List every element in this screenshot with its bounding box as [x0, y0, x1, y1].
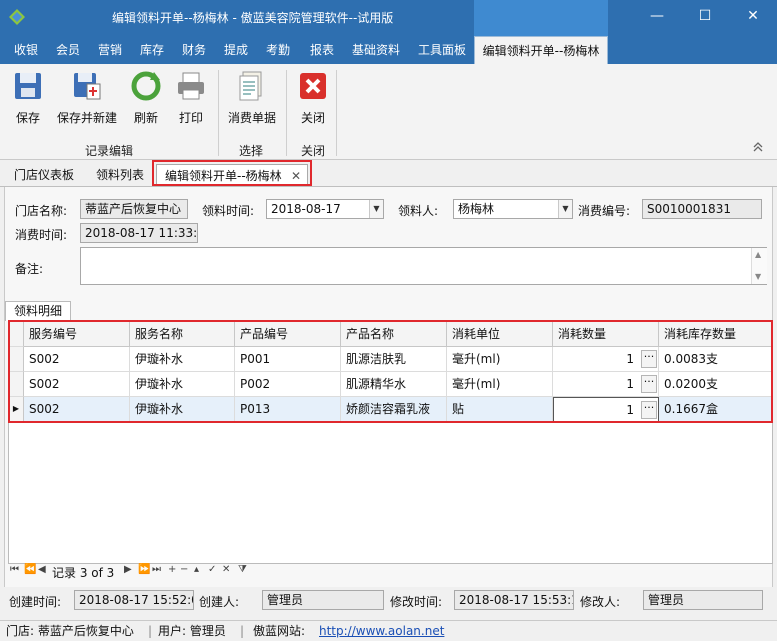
store-label: 门店名称:: [15, 204, 68, 218]
tab-highlight-box: [152, 160, 312, 186]
creator-field[interactable]: 管理员: [262, 590, 384, 610]
dropdown-arrow-icon[interactable]: ▼: [558, 200, 572, 218]
remark-scrollbar[interactable]: ▲ ▼: [751, 248, 767, 284]
close-button[interactable]: 关闭: [296, 70, 330, 126]
app-logo-icon: [9, 9, 25, 25]
next-page-icon[interactable]: ⏩: [138, 564, 150, 575]
delete-record-icon[interactable]: −: [180, 564, 188, 575]
first-record-icon[interactable]: ⏮: [10, 564, 19, 575]
tab-tools[interactable]: 工具面板: [412, 36, 472, 64]
tab-marketing[interactable]: 营销: [92, 36, 128, 64]
group-label-close: 关闭: [300, 144, 325, 158]
close-icon: [300, 73, 326, 99]
store-field[interactable]: 蒂蓝产后恢复中心: [80, 199, 188, 219]
modified-time-label: 修改时间:: [390, 595, 443, 609]
status-user: 用户: 管理员: [158, 624, 226, 638]
printer-icon: [178, 72, 204, 100]
tab-inventory[interactable]: 库存: [134, 36, 170, 64]
tab-edit-pick-order[interactable]: 编辑领料开单--杨梅林: [474, 36, 608, 64]
group-divider: [218, 70, 219, 156]
created-time-field[interactable]: 2018-08-17 15:52:0: [74, 590, 194, 610]
group-divider: [286, 70, 287, 156]
save-and-new-label: 保存并新建: [56, 111, 117, 125]
record-counter: 记录 3 of 3: [52, 566, 115, 580]
tab-basic-data[interactable]: 基础资料: [346, 36, 406, 64]
pick-time-value: 2018-08-17: [271, 202, 341, 216]
creator-label: 创建人:: [199, 595, 240, 609]
print-label: 打印: [178, 111, 203, 125]
tab-attendance[interactable]: 考勤: [260, 36, 296, 64]
pick-time-label: 领料时间:: [202, 204, 255, 218]
record-navigator: ⏮ ⏪ ◀ 记录 3 of 3 ▶ ⏩ ⏭ + − ▴ ✓ ✕ ⧩: [8, 564, 773, 580]
refresh-label: 刷新: [133, 111, 158, 125]
status-bar: 门店: 蒂蓝产后恢复中心 | 用户: 管理员 | 傲蓝网站: http://ww…: [0, 620, 777, 640]
tab-reports[interactable]: 报表: [304, 36, 340, 64]
prev-record-icon[interactable]: ◀: [38, 564, 46, 575]
save-label: 保存: [15, 111, 40, 125]
dropdown-arrow-icon[interactable]: ▼: [369, 200, 383, 218]
tab-store-dashboard[interactable]: 门店仪表板: [14, 164, 74, 186]
pick-time-field[interactable]: 2018-08-17 ▼: [266, 199, 384, 219]
floppy-disk-icon: [15, 73, 41, 99]
group-label-record: 记录编辑: [84, 144, 133, 158]
consume-doc-label: 消费单据: [227, 111, 276, 125]
consume-time-label: 消费时间:: [15, 228, 68, 242]
last-record-icon[interactable]: ⏭: [152, 564, 161, 575]
prev-page-icon[interactable]: ⏪: [24, 564, 36, 575]
ribbon-tab-bar: 收银 会员 营销 库存 财务 提成 考勤 报表 基础资料 工具面板 编辑领料开单…: [0, 36, 777, 64]
confirm-icon[interactable]: ✓: [208, 564, 216, 575]
consume-no-label: 消费编号:: [578, 204, 631, 218]
tab-cashier[interactable]: 收银: [8, 36, 44, 64]
ribbon-panel: 保存 保存并新建 刷新 打印 消费单据 关闭 记录编辑 选择 关闭: [0, 64, 777, 160]
edit-record-icon[interactable]: ▴: [194, 564, 199, 575]
save-and-new-button[interactable]: 保存并新建: [54, 70, 120, 126]
picker-value: 杨梅林: [458, 202, 495, 216]
filter-icon[interactable]: ⧩: [238, 564, 247, 575]
next-record-icon[interactable]: ▶: [124, 564, 132, 575]
status-site-label: 傲蓝网站:: [253, 624, 306, 638]
created-time-label: 创建时间:: [9, 595, 62, 609]
modifier-field[interactable]: 管理员: [643, 590, 763, 610]
maximize-button[interactable]: ☐: [682, 0, 728, 32]
tab-finance[interactable]: 财务: [176, 36, 212, 64]
status-divider: |: [240, 624, 245, 638]
document-icon: [239, 71, 262, 101]
group-divider: [336, 70, 337, 156]
modifier-label: 修改人:: [580, 595, 621, 609]
close-window-button[interactable]: ✕: [730, 0, 776, 32]
minimize-button[interactable]: —: [634, 0, 680, 32]
scroll-down-icon[interactable]: ▼: [755, 272, 761, 281]
add-record-icon[interactable]: +: [168, 564, 176, 575]
picker-field[interactable]: 杨梅林 ▼: [453, 199, 573, 219]
group-label-select: 选择: [238, 144, 263, 158]
close-label: 关闭: [300, 111, 325, 125]
cancel-edit-icon[interactable]: ✕: [222, 564, 230, 575]
grid-highlight-box: [8, 320, 773, 423]
audit-info-row: 创建时间: 2018-08-17 15:52:0 创建人: 管理员 修改时间: …: [0, 587, 777, 615]
tab-pick-list[interactable]: 领料列表: [96, 164, 144, 186]
save-button[interactable]: 保存: [8, 70, 48, 126]
refresh-icon: [131, 71, 161, 101]
tab-commission[interactable]: 提成: [218, 36, 254, 64]
status-store: 门店: 蒂蓝产后恢复中心: [6, 624, 134, 638]
status-divider: |: [148, 624, 153, 638]
consume-no-field[interactable]: S0010001831: [642, 199, 762, 219]
remark-label: 备注:: [15, 262, 44, 276]
website-link[interactable]: http://www.aolan.net: [319, 621, 444, 641]
consume-doc-button[interactable]: 消费单据: [226, 70, 278, 126]
tab-member[interactable]: 会员: [50, 36, 86, 64]
consume-time-field[interactable]: 2018-08-17 11:33:3: [80, 223, 198, 243]
scroll-up-icon[interactable]: ▲: [755, 250, 761, 259]
picker-label: 领料人:: [398, 204, 439, 218]
print-button[interactable]: 打印: [172, 70, 210, 126]
save-new-icon: [74, 73, 101, 100]
ribbon-collapse-icon[interactable]: [752, 142, 764, 152]
refresh-button[interactable]: 刷新: [128, 70, 164, 126]
modified-time-field[interactable]: 2018-08-17 15:53:1: [454, 590, 574, 610]
remark-textarea[interactable]: [80, 247, 767, 285]
document-tab-bar: 门店仪表板 领料列表 编辑领料开单--杨梅林 ✕: [0, 161, 777, 187]
window-title: 编辑领料开单--杨梅林 - 傲蓝美容院管理软件--试用版: [112, 11, 394, 25]
tab-pick-detail[interactable]: 领料明细: [5, 301, 72, 321]
